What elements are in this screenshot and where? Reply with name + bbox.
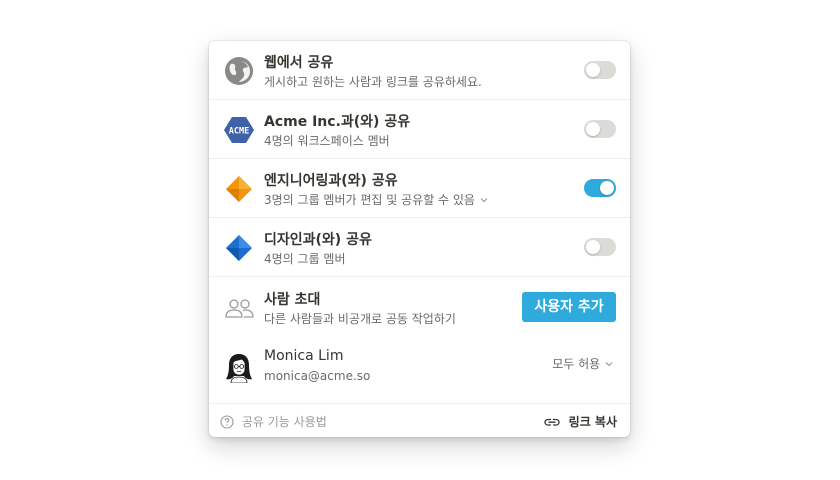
share-workspace-subtitle: 4명의 워크스페이스 멤버 (264, 134, 390, 148)
share-engineering-toggle[interactable] (584, 179, 616, 197)
invite-title: 사람 초대 (264, 292, 321, 308)
invite-subtitle: 다른 사람들과 비공개로 공동 작업하기 (264, 312, 456, 326)
share-design-row[interactable]: 디자인과(와) 공유 4명의 그룹 멤버 (209, 218, 630, 277)
acme-logo-icon: ACME (223, 114, 255, 146)
share-panel: 웹에서 공유 게시하고 원하는 사람과 링크를 공유하세요. ACME Acme… (209, 41, 630, 437)
link-icon (544, 415, 561, 429)
share-engineering-title: 엔지니어링과(와) 공유 (264, 173, 398, 189)
copy-link-label: 링크 복사 (568, 415, 617, 429)
member-permission-dropdown[interactable]: 모두 허용 (552, 355, 614, 372)
member-name: Monica Lim (264, 348, 344, 364)
share-engineering-subtitle-wrap[interactable]: 3명의 그룹 멤버가 편집 및 공유할 수 있음 (264, 191, 489, 208)
member-permission-label: 모두 허용 (552, 357, 601, 371)
member-email: monica@acme.so (264, 369, 371, 383)
add-user-button[interactable]: 사용자 추가 (522, 292, 616, 322)
share-engineering-row[interactable]: 엔지니어링과(와) 공유 3명의 그룹 멤버가 편집 및 공유할 수 있음 (209, 159, 630, 218)
share-engineering-subtitle: 3명의 그룹 멤버가 편집 및 공유할 수 있음 (264, 193, 475, 207)
share-design-toggle[interactable] (584, 238, 616, 256)
toggle-knob (586, 240, 600, 254)
toggle-knob (586, 63, 600, 77)
share-workspace-toggle[interactable] (584, 120, 616, 138)
share-design-title: 디자인과(와) 공유 (264, 232, 372, 248)
toggle-knob (586, 122, 600, 136)
acme-logo-text: ACME (229, 127, 249, 137)
people-icon (223, 292, 255, 324)
share-web-title: 웹에서 공유 (264, 55, 334, 71)
orange-diamond-icon (223, 173, 255, 205)
copy-link-button[interactable]: 링크 복사 (544, 413, 617, 430)
chevron-down-icon (479, 194, 489, 208)
share-footer: 공유 기능 사용법 링크 복사 (209, 403, 630, 437)
question-icon (220, 415, 234, 429)
toggle-knob (600, 181, 614, 195)
share-web-subtitle: 게시하고 원하는 사람과 링크를 공유하세요. (264, 75, 482, 89)
share-web-toggle[interactable] (584, 61, 616, 79)
help-link[interactable]: 공유 기능 사용법 (220, 413, 327, 430)
share-workspace-title: Acme Inc.과(와) 공유 (264, 114, 411, 130)
share-workspace-row[interactable]: ACME Acme Inc.과(와) 공유 4명의 워크스페이스 멤버 (209, 100, 630, 159)
help-label: 공유 기능 사용법 (241, 415, 327, 429)
globe-icon (223, 55, 255, 87)
share-design-subtitle: 4명의 그룹 멤버 (264, 252, 346, 266)
invite-row: 사람 초대 다른 사람들과 비공개로 공동 작업하기 사용자 추가 (209, 278, 630, 337)
member-row: Monica Lim monica@acme.so 모두 허용 (209, 337, 630, 396)
avatar-icon (223, 351, 255, 384)
share-web-row[interactable]: 웹에서 공유 게시하고 원하는 사람과 링크를 공유하세요. (209, 41, 630, 100)
blue-diamond-icon (223, 232, 255, 264)
chevron-down-icon (604, 358, 614, 372)
